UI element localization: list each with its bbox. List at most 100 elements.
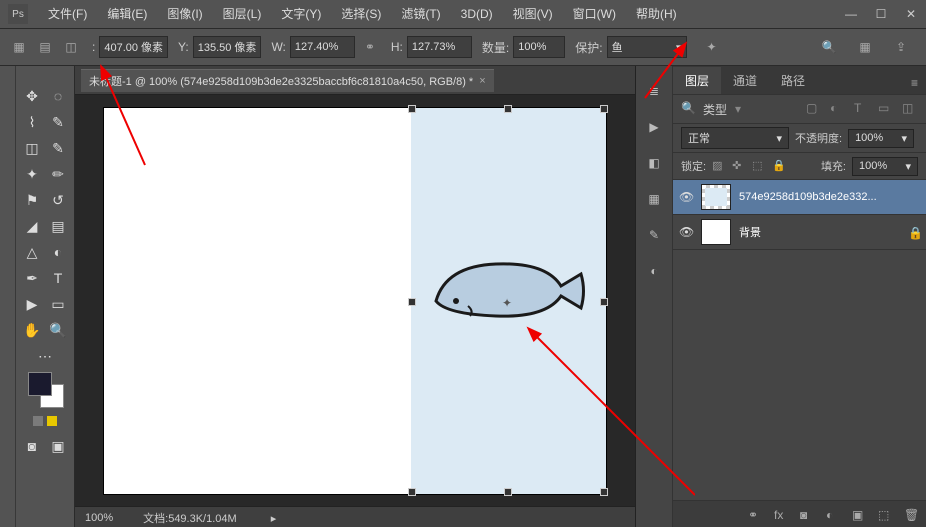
group-icon[interactable]: ▣ (852, 508, 866, 522)
layer-thumbnail[interactable] (701, 219, 731, 245)
maximize-button[interactable]: ☐ (866, 7, 896, 21)
y-field[interactable]: 135.50 像素 (193, 36, 262, 58)
h-field[interactable]: 127.73% (407, 36, 472, 58)
lock-pixels-icon[interactable]: ▨ (712, 159, 726, 173)
minimize-button[interactable]: — (836, 7, 866, 21)
canvas[interactable]: ✦ (104, 108, 606, 494)
eraser-tool[interactable]: ◢ (21, 216, 43, 236)
menu-help[interactable]: 帮助(H) (626, 0, 687, 28)
doc-size-readout[interactable]: 文档:549.3K/1.04M (143, 510, 237, 526)
filter-chevron-icon[interactable]: ▾ (735, 102, 741, 116)
visibility-icon[interactable]: 👁 (679, 190, 693, 204)
tool-collapse-strip[interactable] (0, 66, 16, 527)
share-icon[interactable]: ⇪ (890, 36, 912, 58)
type-tool[interactable]: T (47, 268, 69, 288)
gradient-tool[interactable]: ▤ (47, 216, 69, 236)
menu-window[interactable]: 窗口(W) (563, 0, 626, 28)
menu-filter[interactable]: 滤镜(T) (391, 0, 450, 28)
tab-close-icon[interactable]: × (479, 75, 485, 87)
new-layer-icon[interactable]: ⬚ (878, 508, 892, 522)
menu-3d[interactable]: 3D(D) (451, 0, 503, 28)
fill-field[interactable]: 100%▾ (852, 157, 918, 176)
delete-layer-icon[interactable]: 🗑 (904, 508, 918, 522)
lock-label: 锁定: (681, 158, 706, 174)
blend-mode-select[interactable]: 正常▾ (681, 127, 789, 149)
brush-tool[interactable]: ✏ (47, 164, 69, 184)
pen-tool[interactable]: ✒ (21, 268, 43, 288)
w-field[interactable]: 127.40% (290, 36, 355, 58)
search-icon[interactable]: 🔍 (818, 36, 840, 58)
crop-tool[interactable]: ◫ (21, 138, 43, 158)
menu-layer[interactable]: 图层(L) (213, 0, 272, 28)
dodge-tool[interactable]: ◐ (47, 242, 69, 262)
opacity-field[interactable]: 100%▾ (848, 129, 914, 148)
menu-select[interactable]: 选择(S) (331, 0, 391, 28)
person-icon[interactable]: ✦ (701, 36, 723, 58)
mini-swatches[interactable] (33, 416, 57, 426)
protect-dropdown[interactable]: 鱼▾ (607, 36, 687, 58)
eyedropper-tool[interactable]: ✎ (47, 138, 69, 158)
adjustments-panel-icon[interactable]: ◧ (644, 154, 664, 172)
history-brush-tool[interactable]: ↺ (47, 190, 69, 210)
swatches-panel-icon[interactable]: ◐ (644, 262, 664, 280)
filter-shape-icon[interactable]: ▭ (878, 101, 894, 117)
link-layers-icon[interactable]: ⚭ (748, 508, 762, 522)
hand-tool[interactable]: ✋ (21, 320, 43, 340)
link-icon[interactable]: ⚭ (359, 36, 381, 58)
play-panel-icon[interactable]: ▶ (644, 118, 664, 136)
shape-tool[interactable]: ▭ (47, 294, 69, 314)
panel-menu-icon[interactable]: ≡ (903, 72, 926, 94)
document-tab[interactable]: 未标题-1 @ 100% (574e9258d109b3de2e3325bacc… (81, 69, 494, 92)
reference-point-icon[interactable]: ◫ (60, 36, 82, 58)
layer-thumbnail[interactable] (701, 184, 731, 210)
filter-type-icon[interactable]: T (854, 101, 870, 117)
layer-row[interactable]: 👁 574e9258d109b3de2e332... (673, 180, 926, 215)
color-swatches[interactable] (28, 372, 62, 406)
layer-row[interactable]: 👁 背景 🔒 (673, 215, 926, 250)
filter-pixel-icon[interactable]: ▢ (806, 101, 822, 117)
lasso-tool[interactable]: ⌇ (21, 112, 43, 132)
layer-name[interactable]: 背景 (739, 224, 900, 240)
zoom-readout[interactable]: 100% (85, 512, 113, 524)
lock-position-icon[interactable]: ✜ (732, 159, 746, 173)
visibility-icon[interactable]: 👁 (679, 225, 693, 239)
stamp-tool[interactable]: ⚑ (21, 190, 43, 210)
zoom-tool[interactable]: 🔍 (47, 320, 69, 340)
move-tool[interactable]: ✥ (21, 86, 43, 106)
brush-panel-icon[interactable]: ✎ (644, 226, 664, 244)
filter-adjust-icon[interactable]: ◐ (830, 101, 846, 117)
path-select-tool[interactable]: ▶ (21, 294, 43, 314)
menu-edit[interactable]: 编辑(E) (97, 0, 157, 28)
blur-tool[interactable]: △ (21, 242, 43, 262)
tab-layers[interactable]: 图层 (673, 67, 721, 94)
lock-all-icon[interactable]: 🔒 (772, 159, 786, 173)
x-field[interactable]: 407.00 像素 (99, 36, 168, 58)
quick-select-tool[interactable]: ✎ (47, 112, 69, 132)
marquee-tool[interactable]: ◌ (47, 86, 69, 106)
status-chevron-icon[interactable]: ▸ (271, 512, 277, 525)
align-icon[interactable]: ▤ (34, 36, 56, 58)
filter-search-icon[interactable]: 🔍 (681, 101, 697, 117)
styles-panel-icon[interactable]: ▦ (644, 190, 664, 208)
tab-paths[interactable]: 路径 (769, 67, 817, 94)
close-button[interactable]: ✕ (896, 7, 926, 21)
screen-mode-tool[interactable]: ▣ (47, 436, 69, 456)
heal-tool[interactable]: ✦ (21, 164, 43, 184)
tool-preset-icon[interactable]: ▦ (8, 36, 30, 58)
lock-artboard-icon[interactable]: ⬚ (752, 159, 766, 173)
tab-channels[interactable]: 通道 (721, 67, 769, 94)
menu-file[interactable]: 文件(F) (38, 0, 97, 28)
properties-panel-icon[interactable]: ≣ (644, 82, 664, 100)
adjustment-layer-icon[interactable]: ◐ (826, 508, 840, 522)
menu-view[interactable]: 视图(V) (503, 0, 563, 28)
layer-name[interactable]: 574e9258d109b3de2e332... (739, 191, 920, 203)
menu-type[interactable]: 文字(Y) (271, 0, 331, 28)
filter-smart-icon[interactable]: ◫ (902, 101, 918, 117)
layer-mask-icon[interactable]: ◙ (800, 508, 814, 522)
quantity-field[interactable]: 100% (513, 36, 565, 58)
grid-icon[interactable]: ▦ (854, 36, 876, 58)
quick-mask-tool[interactable]: ◙ (21, 436, 43, 456)
layer-fx-icon[interactable]: fx (774, 508, 788, 522)
menu-image[interactable]: 图像(I) (157, 0, 212, 28)
more-tools[interactable]: ⋯ (34, 346, 56, 366)
